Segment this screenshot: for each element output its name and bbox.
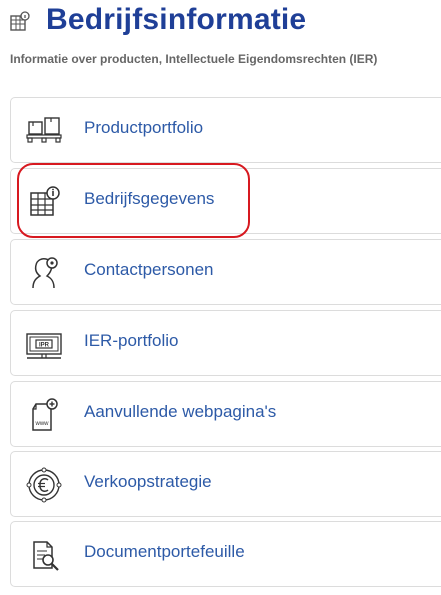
euro-strategy-icon bbox=[25, 466, 63, 504]
menu-item-label: Productportfolio bbox=[84, 118, 204, 137]
menu-item-documentportefeuille[interactable]: Documentportefeuille bbox=[10, 521, 441, 587]
menu-item-productportfolio[interactable]: Productportfolio bbox=[10, 97, 441, 163]
product-boxes-icon bbox=[25, 112, 63, 150]
menu-item-label: Documentportefeuille bbox=[84, 542, 245, 561]
menu-item-label: Contactpersonen bbox=[84, 260, 214, 279]
page-header: Bedrijfsinformatie Informatie over produ… bbox=[0, 0, 441, 80]
building-info-icon bbox=[25, 183, 63, 221]
menu-item-verkoopstrategie[interactable]: Verkoopstrategie bbox=[10, 451, 441, 517]
menu-item-ier-portfolio[interactable]: IPR IER-portfolio bbox=[10, 310, 441, 376]
menu-item-contactpersonen[interactable]: Contactpersonen bbox=[10, 239, 441, 305]
menu-item-label: Aanvullende webpagina's bbox=[84, 402, 277, 421]
page-subtitle: Informatie over producten, Intellectuele… bbox=[10, 52, 378, 66]
menu-item-label: Verkoopstrategie bbox=[84, 472, 212, 491]
add-webpage-icon: www bbox=[25, 396, 63, 434]
page-title: Bedrijfsinformatie bbox=[46, 3, 307, 36]
www-text: www bbox=[35, 421, 50, 427]
menu-item-label: Bedrijfsgegevens bbox=[84, 189, 215, 208]
menu-item-bedrijfsgegevens[interactable]: Bedrijfsgegevens bbox=[10, 168, 441, 234]
ipr-portfolio-icon: IPR bbox=[25, 325, 63, 363]
contact-person-icon bbox=[25, 254, 63, 292]
building-info-icon bbox=[9, 11, 31, 33]
document-search-icon bbox=[25, 536, 63, 574]
menu-item-aanvullende-webpaginas[interactable]: www Aanvullende webpagina's bbox=[10, 381, 441, 447]
ipr-text: IPR bbox=[39, 343, 50, 349]
menu-item-label: IER-portfolio bbox=[84, 331, 179, 350]
